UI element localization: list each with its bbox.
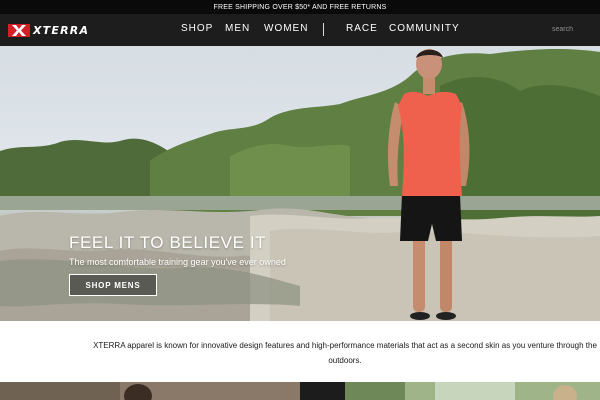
nav-race[interactable]: RACE <box>346 23 378 34</box>
nav-men[interactable]: MEN <box>225 23 250 34</box>
featured-image-mens[interactable] <box>0 382 345 400</box>
logo-wordmark: XTERRA <box>33 23 90 37</box>
nav-shop[interactable]: SHOP <box>181 23 213 34</box>
intro-section: XTERRA apparel is known for innovative d… <box>0 321 600 382</box>
xterra-logo-icon <box>8 23 30 37</box>
nav-divider <box>323 23 324 36</box>
hero-subtitle: The most comfortable training gear you'v… <box>69 257 286 267</box>
nav-community[interactable]: COMMUNITY <box>389 23 460 34</box>
promo-bar: FREE SHIPPING OVER $50* AND FREE RETURNS <box>0 0 600 14</box>
search-input[interactable] <box>552 23 598 36</box>
brand-logo[interactable]: XTERRA <box>8 22 89 38</box>
featured-image-womens[interactable] <box>345 382 600 400</box>
promo-text: FREE SHIPPING OVER $50* AND FREE RETURNS <box>213 3 387 11</box>
main-navigation: XTERRA SHOP MEN WOMEN RACE COMMUNITY <box>0 14 600 46</box>
nav-women[interactable]: WOMEN <box>264 23 308 34</box>
hero-banner: FEEL IT TO BELIEVE IT The most comfortab… <box>0 46 600 321</box>
shop-mens-button[interactable]: SHOP MENS <box>69 274 157 296</box>
intro-text: XTERRA apparel is known for innovative d… <box>93 341 597 365</box>
featured-images-strip <box>0 382 600 400</box>
hero-title: FEEL IT TO BELIEVE IT <box>69 233 267 252</box>
